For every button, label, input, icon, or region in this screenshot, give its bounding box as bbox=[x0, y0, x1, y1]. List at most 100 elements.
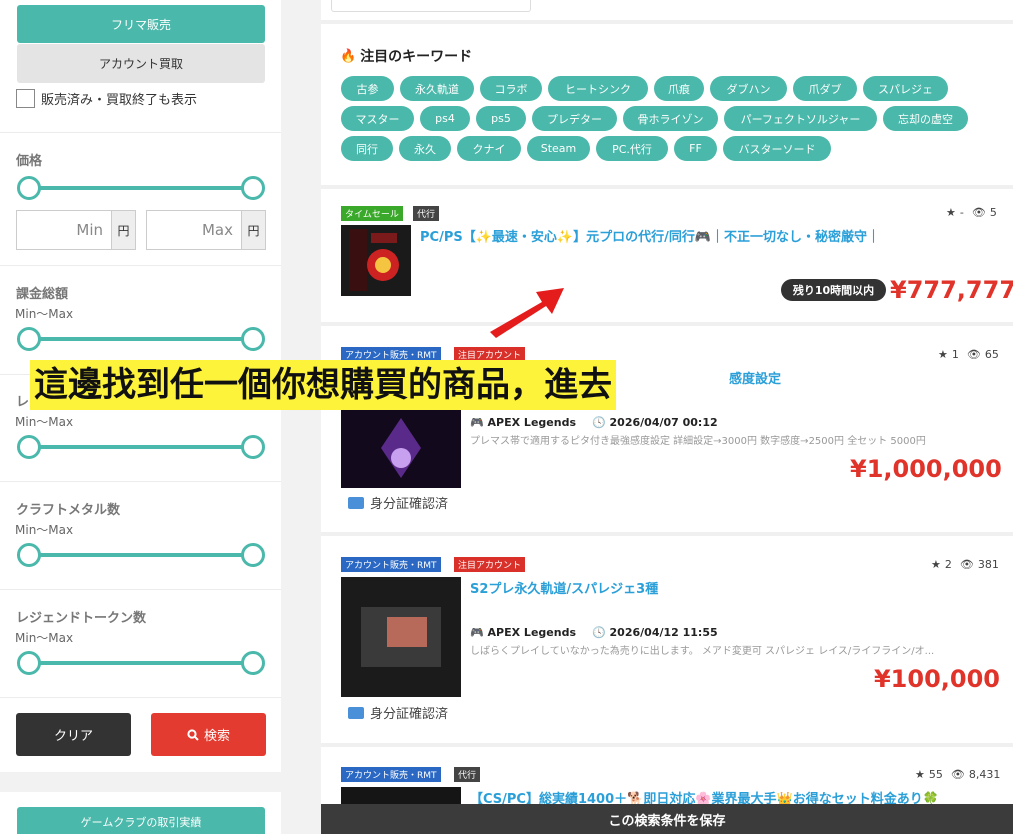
keyword-tag[interactable]: Steam bbox=[527, 136, 590, 161]
id-card-icon bbox=[348, 706, 364, 719]
charge-slider[interactable] bbox=[17, 327, 265, 351]
keyword-tag[interactable]: 同行 bbox=[341, 136, 393, 161]
keyword-tag[interactable]: スパレジェ bbox=[863, 76, 948, 101]
slider-min-handle[interactable] bbox=[17, 651, 41, 675]
slider-max-handle[interactable] bbox=[241, 176, 265, 200]
listing-thumbnail[interactable] bbox=[341, 577, 461, 697]
account-sale-badge: アカウント販売・RMT bbox=[341, 557, 441, 572]
save-search-button[interactable]: この検索条件を保存 bbox=[321, 804, 1013, 834]
listing-title-link[interactable]: PC/PS【✨最速・安心✨】元プロの代行/同行🎮｜不正一切なし・秘密厳守｜ bbox=[420, 226, 912, 245]
keywords-title: 🔥 注目のキーワード bbox=[340, 46, 472, 66]
slider-max-handle[interactable] bbox=[241, 327, 265, 351]
keyword-tag[interactable]: ps5 bbox=[476, 106, 526, 131]
listing-description: しばらくプレイしていなかった為売りに出します。 メアド変更可 スパレジェ レイス… bbox=[470, 646, 935, 657]
listing-price: ¥1,000,000 bbox=[850, 455, 1002, 483]
keyword-tag[interactable]: 古参 bbox=[341, 76, 394, 101]
keyword-tag[interactable]: パーフェクトソルジャー bbox=[724, 106, 877, 131]
separator bbox=[321, 743, 1013, 747]
search-icon bbox=[187, 728, 199, 741]
keyword-tag[interactable]: マスター bbox=[341, 106, 414, 131]
keyword-tag[interactable]: プレデター bbox=[532, 106, 617, 131]
slider-track bbox=[27, 186, 255, 190]
slider-min-handle[interactable] bbox=[17, 543, 41, 567]
eye-icon: 👁 bbox=[950, 768, 965, 781]
slider-track bbox=[27, 337, 255, 341]
price-min-field[interactable]: Min 円 bbox=[16, 210, 136, 250]
slider-min-handle[interactable] bbox=[17, 176, 41, 200]
keyword-tag[interactable]: ps4 bbox=[420, 106, 470, 131]
slider-track bbox=[27, 445, 255, 449]
price-max-field[interactable]: Max 円 bbox=[146, 210, 266, 250]
keyword-tag[interactable]: 永久 bbox=[399, 136, 451, 161]
range-hint: Min〜Max bbox=[15, 523, 74, 537]
show-sold-checkbox-row[interactable]: 販売済み・買取終了も表示 bbox=[16, 89, 197, 108]
search-button-label: 検索 bbox=[203, 729, 230, 744]
id-card-icon bbox=[348, 496, 364, 509]
level-label: レ bbox=[16, 395, 30, 410]
star-icon: ★ bbox=[938, 348, 948, 361]
slider-max-handle[interactable] bbox=[241, 651, 265, 675]
trade-record-button[interactable]: ゲームクラブの取引実績 bbox=[17, 807, 265, 834]
listing-description: プレマス帯で適用するピタ付き最強感度設定 詳細設定→3000円 数字感度→250… bbox=[470, 436, 926, 447]
listing-thumbnail[interactable] bbox=[341, 225, 411, 296]
timesale-badge: タイムセール bbox=[341, 206, 403, 221]
listing-price: ¥100,000 bbox=[873, 665, 1000, 693]
keyword-tag[interactable]: ヒートシンク bbox=[548, 76, 648, 101]
listing-stats: ★ 1 👁 65 bbox=[938, 348, 999, 361]
star-icon: ★ bbox=[946, 206, 956, 219]
craft-slider[interactable] bbox=[17, 543, 265, 567]
separator bbox=[321, 322, 1013, 326]
keyword-tag[interactable]: FF bbox=[674, 136, 717, 161]
listing-thumbnail[interactable] bbox=[341, 408, 461, 488]
craft-metal-label: クラフトメタル数 bbox=[16, 503, 121, 518]
agency-badge: 代行 bbox=[454, 767, 481, 782]
keyword-tag[interactable]: 骨ホライゾン bbox=[623, 106, 718, 131]
slider-min-handle[interactable] bbox=[17, 327, 41, 351]
buy-button[interactable]: アカウント買取 bbox=[17, 44, 265, 83]
divider bbox=[0, 265, 281, 266]
view-count: 5 bbox=[989, 206, 997, 219]
keyword-tag[interactable]: ダブハン bbox=[710, 76, 787, 101]
price-max-input[interactable]: Max bbox=[147, 211, 241, 249]
keyword-tag[interactable]: PC.代行 bbox=[596, 136, 668, 161]
divider bbox=[0, 132, 281, 133]
listing-stats: ★ - 👁 5 bbox=[946, 206, 997, 219]
slider-min-handle[interactable] bbox=[17, 435, 41, 459]
listing-title-link[interactable]: 感度設定 bbox=[729, 368, 819, 387]
divider bbox=[0, 697, 281, 698]
rating-count: 2 bbox=[944, 558, 952, 571]
level-slider[interactable] bbox=[17, 435, 265, 459]
keyword-tag[interactable]: 永久軌道 bbox=[400, 76, 474, 101]
keyword-tag[interactable]: 爪痕 bbox=[654, 76, 704, 101]
legend-token-slider[interactable] bbox=[17, 651, 265, 675]
listing-meta: 🎮 APEX Legends 🕓 2026/04/12 11:55 bbox=[470, 626, 718, 639]
game-name: 🎮 APEX Legends bbox=[470, 416, 576, 429]
keywords-title-text: 注目のキーワード bbox=[360, 49, 473, 65]
divider bbox=[0, 589, 281, 590]
time-left-badge: 残り10時間以内 bbox=[781, 279, 886, 301]
separator bbox=[321, 185, 1013, 189]
keyword-tag[interactable]: 忘却の虚空 bbox=[883, 106, 968, 131]
keyword-tag[interactable]: クナイ bbox=[457, 136, 521, 161]
keyword-tag[interactable]: 爪ダブ bbox=[793, 76, 857, 101]
keyword-tag[interactable]: バスターソード bbox=[723, 136, 831, 161]
range-hint: Min〜Max bbox=[15, 415, 74, 429]
listing-price: ¥777,777 bbox=[890, 276, 1013, 304]
view-count: 65 bbox=[984, 348, 999, 361]
divider bbox=[0, 481, 281, 482]
price-min-input[interactable]: Min bbox=[17, 211, 111, 249]
slider-track bbox=[27, 661, 255, 665]
listing-title-link[interactable]: S2プレ永久軌道/スパレジェ3種 bbox=[470, 578, 870, 597]
listing-stats: ★ 2 👁 381 bbox=[931, 558, 999, 571]
search-button[interactable]: 検索 bbox=[151, 713, 266, 756]
slider-max-handle[interactable] bbox=[241, 435, 265, 459]
slider-track bbox=[27, 553, 255, 557]
keyword-tag[interactable]: コラボ bbox=[480, 76, 542, 101]
show-sold-checkbox[interactable] bbox=[16, 89, 35, 108]
price-slider[interactable] bbox=[17, 176, 265, 200]
clear-button[interactable]: クリア bbox=[16, 713, 131, 756]
sort-select[interactable] bbox=[331, 0, 531, 12]
sell-button[interactable]: フリマ販売 bbox=[17, 5, 265, 43]
show-sold-label: 販売済み・買取終了も表示 bbox=[41, 93, 198, 108]
slider-max-handle[interactable] bbox=[241, 543, 265, 567]
